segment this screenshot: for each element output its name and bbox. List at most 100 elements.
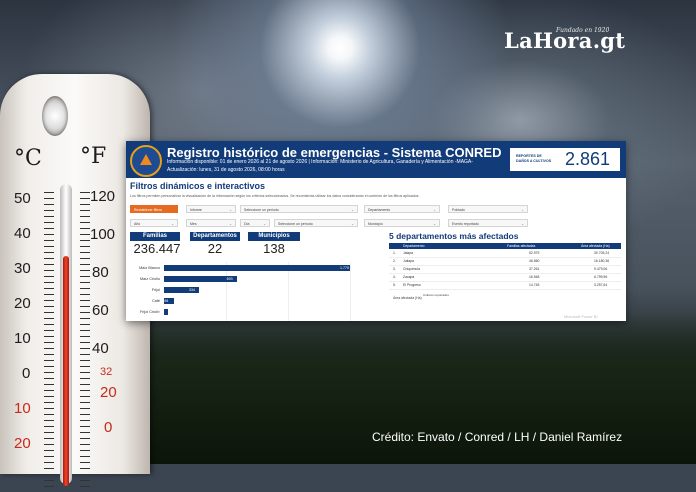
table-cell: Chiquimula (403, 267, 420, 271)
fahrenheit-symbol: °F (80, 144, 107, 169)
table-cell: 1. (393, 251, 396, 255)
filter-label: Departamento (368, 208, 391, 212)
chevron-down-icon: ⌄ (171, 222, 174, 226)
update-line: Actualización: lunes, 31 de agosto 2026,… (167, 167, 285, 173)
table-cell: 5. (393, 283, 396, 287)
filter-dropdown[interactable]: Seleccione un período ⌄ (240, 205, 358, 213)
conred-logo-icon (130, 145, 162, 177)
info-line: Información disponible: 01 de enero 2026… (167, 159, 473, 165)
table-row[interactable]: 1. Jalapa 52.979 30.705,24 (389, 250, 621, 258)
filter-dropdown[interactable]: Municipio ⌄ (364, 219, 440, 227)
report-count-card: REPORTES DE DAÑOS A CULTIVOS 2.861 (510, 148, 620, 171)
filter-dropdown[interactable]: Informe ⌄ (186, 205, 236, 213)
table-row[interactable]: 4. Zacapa 16.948 6.799,96 (389, 274, 621, 282)
filter-label: Informe (190, 208, 202, 212)
bar-value-label: 1.775 (340, 266, 349, 270)
table-cell: El Progreso (403, 283, 421, 287)
filter-dropdown[interactable]: Año ⌄ (130, 219, 178, 227)
reset-filters-button[interactable]: Restablecer filtros (130, 205, 178, 213)
departments-card-label: Departamentos (190, 232, 240, 241)
table-cell: 2. (393, 259, 396, 263)
fahrenheit-label: 100 (90, 226, 116, 243)
table-cell: 16.948 (529, 275, 540, 279)
filter-label: Mes (190, 222, 197, 226)
fahrenheit-label: 60 (92, 302, 109, 319)
table-cell: 37.261 (529, 267, 540, 271)
celsius-label: 20 (14, 435, 31, 452)
fahrenheit-ticks (80, 192, 90, 492)
chevron-down-icon: ⌄ (433, 222, 436, 226)
dashboard-header: Registro histórico de emergencias - Sist… (126, 141, 626, 178)
table-cell: 30.705,24 (594, 251, 610, 255)
chevron-down-icon: ⌄ (433, 208, 436, 212)
bar-value-label: 98 (164, 299, 169, 303)
fahrenheit-label: 40 (92, 340, 109, 357)
table-header: Departamento Familias afectadas Área afe… (389, 243, 621, 249)
report-count-value: 2.861 (565, 149, 611, 169)
table-cell: 6.799,96 (594, 275, 608, 279)
bar-category-label: Café (151, 299, 160, 303)
bar-value-label: 693 (226, 277, 233, 281)
col-header: Departamento (403, 244, 425, 248)
report-count-label: REPORTES DE DAÑOS A CULTIVOS (516, 154, 552, 163)
table-cell: Zacapa (403, 275, 415, 279)
table-row[interactable]: 3. Chiquimula 37.261 9.479,06 (389, 266, 621, 274)
table-cell: 16.180,36 (594, 259, 610, 263)
celsius-ticks (44, 192, 54, 492)
top-departments-title: 5 departamentos más afectados (389, 231, 519, 241)
chevron-down-icon: ⌄ (229, 208, 232, 212)
chevron-down-icon: ⌄ (229, 222, 232, 226)
filter-label: Seleccione un período (244, 208, 279, 212)
celsius-label: 30 (14, 260, 31, 277)
celsius-label: 10 (14, 400, 31, 417)
bar-value-label: 39 (158, 310, 163, 314)
bar-category-label: Frijol (151, 288, 160, 292)
bar[interactable] (164, 309, 169, 315)
bar-category-label: Frijol Criollo (139, 310, 160, 314)
table-cell: 3. (393, 267, 396, 271)
thermometer-mercury (63, 256, 69, 486)
filter-label: Municipio (368, 222, 383, 226)
municipalities-card-value: 138 (263, 241, 285, 256)
table-cell: 46.560 (529, 259, 540, 263)
thermometer-hang-hole (42, 96, 68, 136)
filter-label: Año (134, 222, 141, 226)
filter-dropdown[interactable]: Seleccione un período ⌄ (274, 219, 358, 227)
fahrenheit-label: 120 (90, 188, 116, 205)
chevron-down-icon: ⌄ (521, 222, 524, 226)
table-row[interactable]: 5. El Progreso 14.745 3.257,64 (389, 282, 621, 290)
filter-dropdown[interactable]: Departamento ⌄ (364, 205, 440, 213)
filter-dropdown[interactable]: Evento reportado ⌄ (448, 219, 528, 227)
table-cell: 14.745 (529, 283, 540, 287)
bar-value-label: 334 (188, 288, 195, 292)
powerbi-watermark: Microsoft Power BI (564, 314, 598, 319)
table-cell: Jutiapa (403, 259, 414, 263)
celsius-label: 50 (14, 190, 31, 207)
table-cell: Jalapa (403, 251, 413, 255)
filter-label: Poblado (452, 208, 465, 212)
dashboard-title: Registro histórico de emergencias - Sist… (167, 145, 502, 160)
filter-label: Evento reportado (452, 222, 479, 226)
fahrenheit-label: 20 (100, 384, 117, 401)
table-cell: 52.979 (529, 251, 540, 255)
bar[interactable] (164, 265, 350, 271)
table-row[interactable]: 2. Jutiapa 46.560 16.180,36 (389, 258, 621, 266)
chevron-down-icon: ⌄ (351, 208, 354, 212)
bar-category-label: Maíz Blanco (139, 266, 160, 270)
municipalities-card-label: Municipios (248, 232, 300, 241)
col-header: Área afectada (Ha) (581, 244, 610, 248)
filters-title: Filtros dinámicos e interactivos (130, 181, 266, 191)
filter-dropdown[interactable]: Poblado ⌄ (448, 205, 528, 213)
filter-label: Seleccione un período (278, 222, 313, 226)
celsius-label: 20 (14, 295, 31, 312)
chevron-down-icon: ⌄ (351, 222, 354, 226)
filter-dropdown[interactable]: Día ⌄ (240, 219, 270, 227)
filter-dropdown[interactable]: Mes ⌄ (186, 219, 236, 227)
celsius-label: 0 (22, 365, 31, 382)
col-header: Familias afectadas (507, 244, 536, 248)
celsius-label: 40 (14, 225, 31, 242)
departments-card-value: 22 (207, 241, 223, 256)
chart-gridline (350, 262, 351, 321)
conred-dashboard: Registro histórico de emergencias - Sist… (126, 141, 626, 321)
bar-category-label: Maíz Criollo (139, 277, 160, 281)
